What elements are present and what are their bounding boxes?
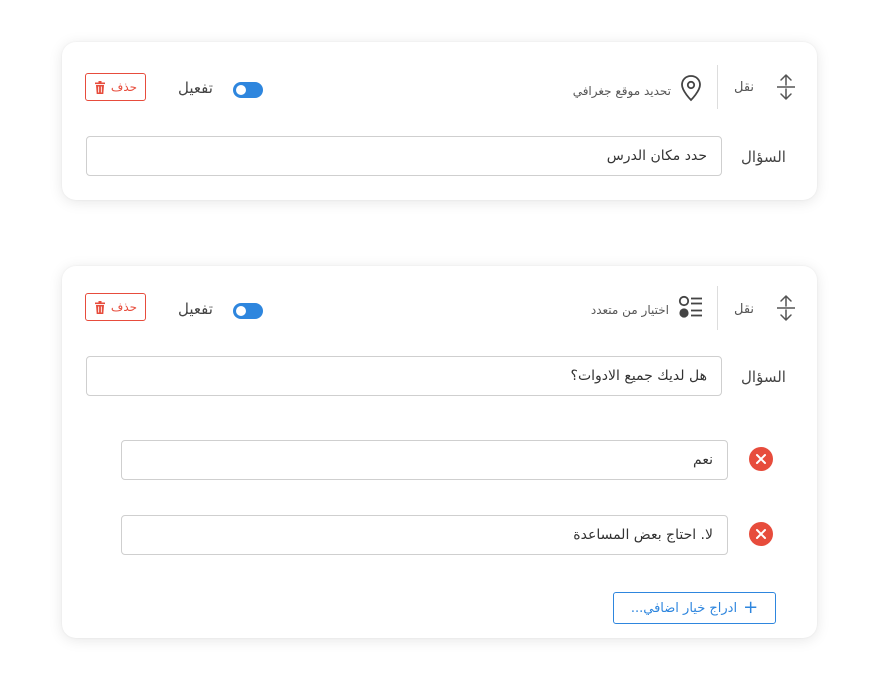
move-vertical-icon[interactable] <box>775 292 797 324</box>
toggle-label: تفعيل <box>178 79 213 97</box>
delete-button[interactable]: حذف <box>85 293 146 321</box>
add-option-button[interactable]: + ادراج خيار اضافي... <box>613 592 776 624</box>
trash-icon <box>94 300 105 314</box>
remove-option-button[interactable] <box>749 522 773 546</box>
plus-icon: + <box>743 597 759 618</box>
toggle-knob <box>236 306 246 316</box>
question-card-location: نقل تحديد موقع جغرافي تفعيل حذف السؤال <box>62 42 817 200</box>
question-label: السؤال <box>741 368 786 386</box>
question-input[interactable] <box>86 356 722 396</box>
question-label: السؤال <box>741 148 786 166</box>
toggle-knob <box>236 85 246 95</box>
active-toggle[interactable] <box>233 82 263 98</box>
location-pin-icon <box>681 75 701 102</box>
multiple-choice-icon <box>678 295 702 318</box>
move-label[interactable]: نقل <box>734 80 754 95</box>
question-type-label: اختيار من متعدد <box>590 303 669 317</box>
question-input[interactable] <box>86 136 722 176</box>
question-type-label: تحديد موقع جغرافي <box>572 84 671 98</box>
remove-option-button[interactable] <box>749 447 773 471</box>
add-option-label: ادراج خيار اضافي... <box>630 600 738 616</box>
delete-button-label: حذف <box>110 300 138 314</box>
option-input[interactable] <box>121 440 728 480</box>
trash-icon <box>94 80 105 94</box>
toggle-label: تفعيل <box>178 300 213 318</box>
close-icon <box>756 454 766 464</box>
option-input[interactable] <box>121 515 728 555</box>
delete-button[interactable]: حذف <box>85 73 146 101</box>
delete-button-label: حذف <box>110 80 138 94</box>
close-icon <box>756 529 766 539</box>
header-divider <box>717 286 718 330</box>
header-divider <box>717 65 718 109</box>
move-vertical-icon[interactable] <box>775 71 797 103</box>
active-toggle[interactable] <box>233 303 263 319</box>
move-label[interactable]: نقل <box>734 302 754 317</box>
question-card-multiple-choice: نقل اختيار من متعدد تفعيل حذف السؤال هل … <box>62 266 817 638</box>
